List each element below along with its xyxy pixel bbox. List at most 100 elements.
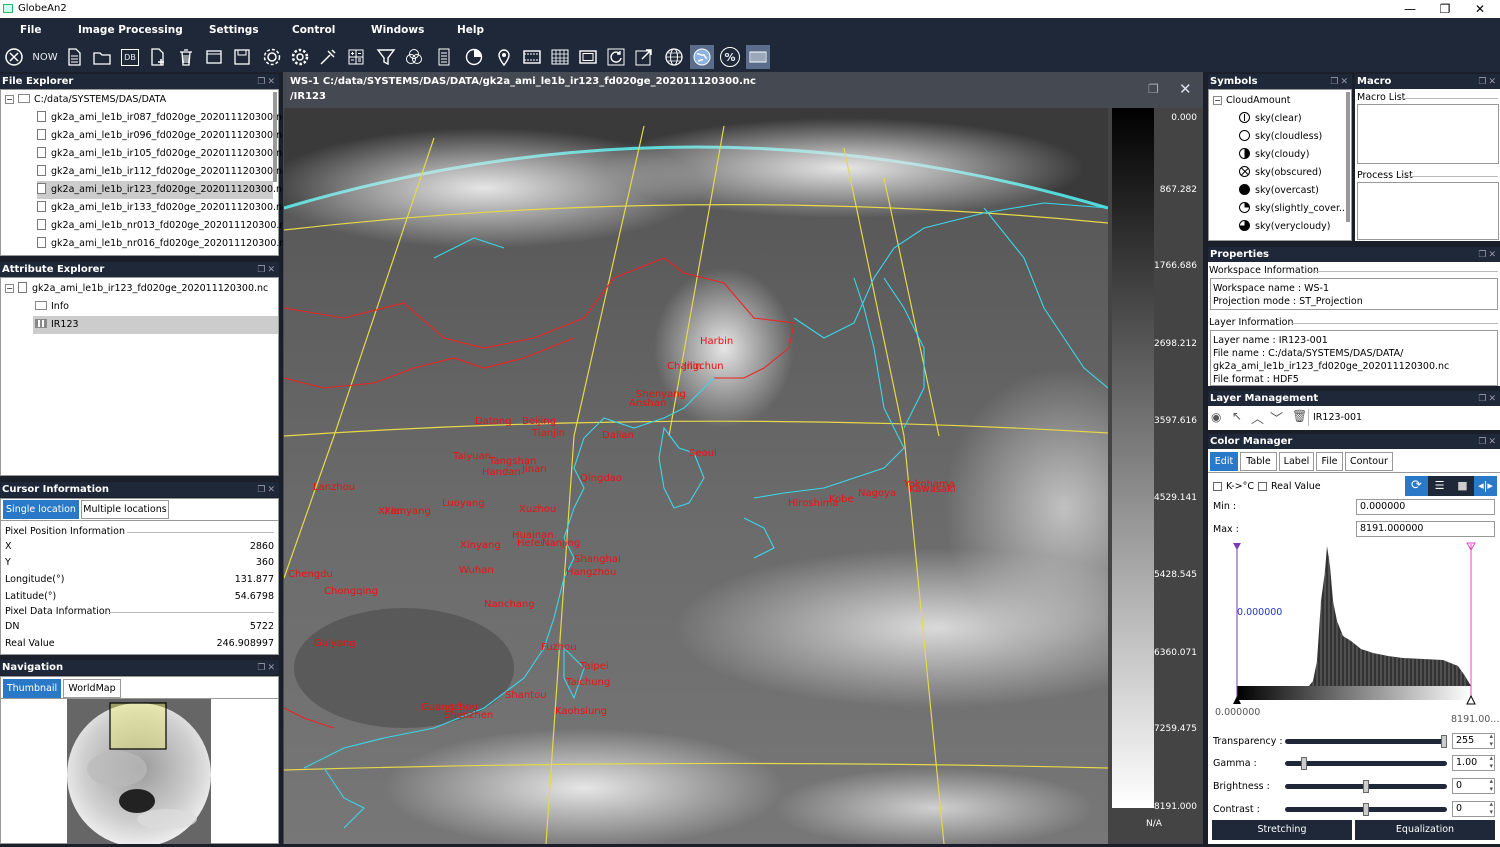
tab-multiple-locations[interactable]: Multiple locations [81, 500, 169, 519]
panel-controls-icon[interactable]: ❐✕ [1478, 435, 1498, 450]
collapse-icon[interactable]: − [5, 284, 14, 293]
tab-table[interactable]: Table [1240, 452, 1277, 471]
attribute-root[interactable]: − gk2a_ami_le1b_ir123_fd020ge_20201112030… [5, 280, 268, 298]
percent-icon[interactable]: % [718, 45, 742, 69]
eye-icon[interactable]: ◉ [1211, 410, 1221, 424]
brightness-input[interactable]: 0 [1452, 777, 1495, 794]
file-item[interactable]: gk2a_ami_le1b_ir133_fd020ge_202011120300… [37, 199, 287, 217]
scrollbar[interactable] [1346, 92, 1350, 222]
tab-edit[interactable]: Edit [1210, 452, 1238, 471]
max-input[interactable]: 8191.000000 [1356, 521, 1495, 537]
move-down-icon[interactable]: ﹀ [1270, 408, 1283, 427]
file-item[interactable]: gk2a_ami_le1b_nr016_fd020ge_202011120300… [37, 235, 291, 253]
minimize-button[interactable]: — [1395, 1, 1425, 17]
file-item[interactable]: gk2a_ami_le1b_ir112_fd020ge_202011120300… [37, 163, 287, 181]
window-icon[interactable] [202, 45, 226, 69]
close-button[interactable]: ✕ [1465, 1, 1495, 17]
histogram[interactable] [1213, 541, 1496, 721]
frame-icon[interactable] [576, 45, 600, 69]
file-item[interactable]: gk2a_ami_le1b_ir105_fd020ge_202011120300… [37, 145, 287, 163]
tools-icon[interactable] [316, 45, 340, 69]
file-item[interactable]: gk2a_ami_le1b_ir096_fd020ge_202011120300… [37, 127, 287, 145]
gamma-slider[interactable] [1285, 757, 1447, 770]
equalization-button[interactable]: Equalization [1355, 820, 1495, 840]
globe-icon[interactable] [662, 45, 686, 69]
symbol-item[interactable]: sky(overcast) [1239, 182, 1319, 200]
collapse-icon[interactable]: − [5, 95, 14, 104]
menu-image-processing[interactable]: Image Processing [78, 24, 183, 36]
grid-icon[interactable] [548, 45, 572, 69]
open-folder-icon[interactable] [90, 45, 114, 69]
contrast-input[interactable]: 0 [1452, 800, 1495, 817]
menu-windows[interactable]: Windows [371, 24, 424, 36]
process-list[interactable] [1357, 182, 1499, 240]
tab-contour[interactable]: Contour [1345, 452, 1393, 471]
location-pin-icon[interactable] [492, 45, 516, 69]
panel-controls-icon[interactable]: ❐✕ [1478, 248, 1498, 263]
panel-controls-icon[interactable]: ❐✕ [1330, 75, 1350, 90]
attribute-item-ir123[interactable]: IR123 [33, 316, 278, 334]
rgb-icon[interactable] [402, 45, 426, 69]
tab-worldmap[interactable]: WorldMap [63, 679, 121, 698]
panel-controls-icon[interactable]: ❐✕ [257, 263, 277, 278]
collapse-icon[interactable]: − [1213, 96, 1222, 105]
menu-file[interactable]: File [20, 24, 42, 36]
tab-single-location[interactable]: Single location [3, 500, 79, 519]
trash-icon[interactable] [174, 45, 198, 69]
save-icon[interactable] [230, 45, 254, 69]
transparency-slider[interactable] [1285, 735, 1447, 748]
attribute-item-info[interactable]: Info [35, 298, 69, 316]
layer-item[interactable]: IR123-001 [1308, 409, 1498, 426]
symbol-item[interactable]: sky(verycloudy) [1239, 218, 1331, 236]
menu-help[interactable]: Help [457, 24, 484, 36]
db-icon[interactable]: DB [118, 45, 142, 69]
panel-controls-icon[interactable]: ❐✕ [257, 661, 277, 676]
move-up-icon[interactable]: ︿ [1251, 408, 1264, 427]
symbol-item[interactable]: sky(obscured) [1239, 164, 1322, 182]
min-input[interactable]: 0.000000 [1356, 499, 1495, 515]
brightness-slider[interactable] [1285, 780, 1447, 793]
filter-icon[interactable] [374, 45, 398, 69]
tab-label[interactable]: Label [1279, 452, 1314, 471]
gear-icon[interactable] [288, 45, 312, 69]
thumbnail-view[interactable] [67, 699, 211, 847]
earth-icon[interactable] [690, 45, 714, 69]
close-workspace-icon[interactable]: ✕ [1179, 80, 1192, 98]
symbol-group[interactable]: − CloudAmount [1213, 92, 1290, 110]
square-icon[interactable]: ■ [1451, 476, 1474, 496]
slider-handle[interactable] [1363, 780, 1369, 793]
maximize-button[interactable]: ❐ [1430, 1, 1460, 17]
now-button[interactable]: NOW [30, 45, 60, 69]
contrast-slider[interactable] [1285, 803, 1447, 816]
menu-settings[interactable]: Settings [209, 24, 259, 36]
split-icon[interactable]: ◂|▸ [1474, 476, 1497, 496]
export-icon[interactable] [632, 45, 656, 69]
add-file-icon[interactable] [146, 45, 170, 69]
slider-handle[interactable] [1363, 803, 1369, 816]
real-value-checkbox[interactable] [1258, 482, 1267, 491]
tree-root-folder[interactable]: − C:/data/SYSTEMS/DAS/DATA [5, 91, 166, 109]
panel-controls-icon[interactable]: ❐✕ [257, 75, 277, 90]
panel-controls-icon[interactable]: ❐✕ [257, 483, 277, 498]
pointer-icon[interactable]: ↖ [1232, 409, 1242, 423]
settings-icon[interactable] [260, 45, 284, 69]
tab-thumbnail[interactable]: Thumbnail [3, 679, 61, 698]
macro-list[interactable] [1357, 104, 1499, 164]
stretching-button[interactable]: Stretching [1212, 820, 1352, 840]
panel-controls-icon[interactable]: ❐✕ [1478, 75, 1498, 90]
refresh-icon[interactable] [604, 45, 628, 69]
document-icon[interactable] [432, 45, 456, 69]
calculator-icon[interactable] [344, 45, 368, 69]
symbol-item[interactable]: sky(cloudy) [1239, 146, 1310, 164]
restore-icon[interactable]: ❐ [1148, 82, 1159, 96]
symbol-item[interactable]: sky(clear) [1239, 110, 1302, 128]
stop-icon[interactable] [2, 45, 26, 69]
chart-icon[interactable] [462, 45, 486, 69]
new-file-icon[interactable] [62, 45, 86, 69]
menu-control[interactable]: Control [292, 24, 335, 36]
film-icon[interactable] [520, 45, 544, 69]
slider-handle[interactable] [1301, 757, 1307, 770]
file-item[interactable]: gk2a_ami_le1b_nr013_fd020ge_202011120300… [37, 217, 291, 235]
slider-handle[interactable] [1441, 735, 1447, 748]
scrollbar[interactable] [273, 92, 277, 182]
